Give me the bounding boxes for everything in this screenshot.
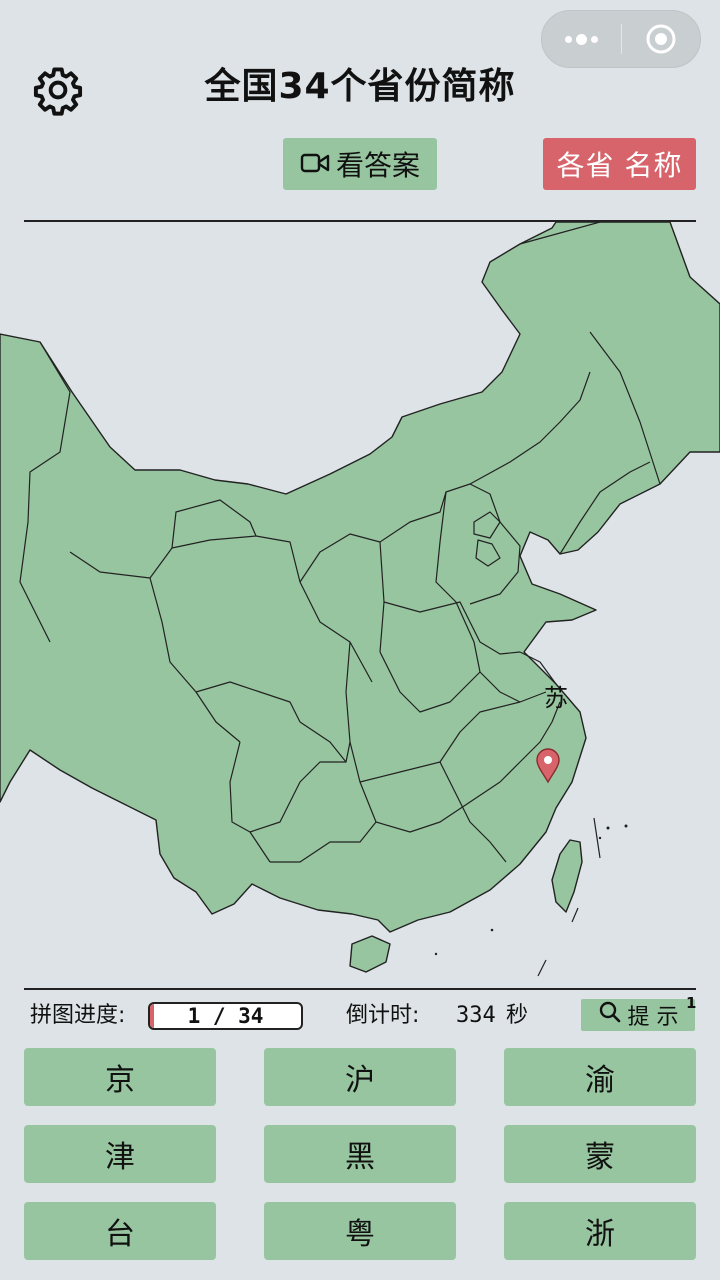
map-bottom-divider <box>24 988 696 990</box>
china-map[interactable]: 苏 <box>0 222 720 988</box>
hainan-island <box>349 935 391 973</box>
placed-province-label: 苏 <box>544 684 568 712</box>
progress-bar: 1 / 34 <box>148 1002 303 1030</box>
progress-text: 1 / 34 <box>187 1004 264 1028</box>
province-tile[interactable]: 浙 <box>504 1202 696 1260</box>
progress-label: 拼图进度: <box>30 1003 126 1028</box>
view-answer-label: 看答案 <box>335 149 420 182</box>
province-names-button[interactable]: 各省 名称 <box>543 138 696 190</box>
map-svg: 苏 <box>0 222 720 977</box>
province-tile[interactable]: 台 <box>24 1202 216 1260</box>
gear-icon[interactable] <box>32 64 84 116</box>
close-target-icon[interactable] <box>622 11 701 67</box>
status-bar: 拼图进度: 1 / 34 倒计时: 334 秒 提 示 1 <box>0 994 720 1036</box>
province-tile[interactable]: 沪 <box>264 1048 456 1106</box>
timer-unit: 秒 <box>506 1003 529 1028</box>
view-answer-button[interactable]: 看答案 <box>283 138 437 190</box>
china-landmass <box>0 222 720 933</box>
province-tile[interactable]: 黑 <box>264 1125 456 1183</box>
search-icon <box>598 1000 622 1030</box>
menu-capsule <box>541 10 701 68</box>
more-menu-icon[interactable] <box>542 11 621 67</box>
province-tile[interactable]: 津 <box>24 1125 216 1183</box>
taiwan-island <box>551 839 583 913</box>
video-camera-icon <box>300 148 330 181</box>
timer-label: 倒计时: <box>346 1003 420 1028</box>
province-tile[interactable]: 京 <box>24 1048 216 1106</box>
hint-button[interactable]: 提 示 <box>581 999 695 1031</box>
hint-label: 提 示 <box>627 1005 679 1030</box>
province-tile[interactable]: 渝 <box>504 1048 696 1106</box>
hint-count-badge: 1 <box>686 994 697 1012</box>
province-tile[interactable]: 粤 <box>264 1202 456 1260</box>
timer-value: 334 <box>456 1003 496 1028</box>
page-title: 全国34个省份简称 <box>204 66 516 107</box>
province-tile[interactable]: 蒙 <box>504 1125 696 1183</box>
